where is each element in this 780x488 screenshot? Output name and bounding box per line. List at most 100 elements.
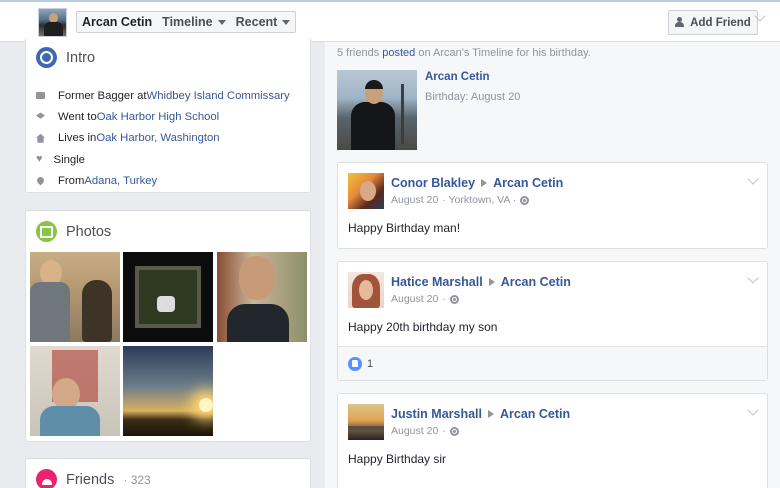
timeline-dropdown[interactable]: Timeline [157,12,230,32]
intro-item-link[interactable]: Whidbey Island Commissary [147,90,290,102]
photos-header[interactable]: Photos [36,221,111,242]
post-author-link[interactable]: Hatice Marshall [391,275,483,289]
post-header: Justin Marshall Arcan Cetin [391,407,570,421]
intro-item-prefix: Went to [58,110,97,123]
photo-detail [82,280,112,342]
post-location: · Yorktown, VA · [442,194,517,206]
timeline-post: Conor Blakley Arcan Cetin August 20 · Yo… [337,162,768,249]
intro-item-prefix: Former Bagger at [58,89,147,102]
avatar[interactable] [348,404,384,440]
avatar[interactable] [348,173,384,209]
add-friend-label: Add Friend [690,16,751,29]
summary-suffix: on Arcan's Timeline for his birthday. [415,47,591,59]
header-accent-line [0,0,780,2]
profile-name-label: Arcan Cetin [82,15,153,29]
post-meta: August 20 · Yorktown, VA · [391,194,530,206]
photo-detail [30,282,70,342]
chevron-down-icon[interactable] [747,272,759,284]
post-meta: August 20 · [391,425,459,437]
timeline-label: Timeline [162,15,213,29]
timeline-post: Justin Marshall Arcan Cetin August 20 · … [337,393,768,488]
public-globe-icon[interactable] [449,294,459,304]
intro-item-work: Former Bagger at Whidbey Island Commissa… [36,85,290,106]
photo-detail [239,256,275,300]
photo-detail [365,80,383,89]
intro-item-link[interactable]: Adana, Turkey [84,175,157,187]
arrow-right-icon [488,278,495,286]
photo-detail [199,398,213,412]
like-icon [348,356,362,371]
intro-item-link[interactable]: Oak Harbor, Washington [96,132,219,144]
post-target-link[interactable]: Arcan Cetin [501,275,571,289]
birthday-profile-photo[interactable] [337,70,417,150]
arrow-right-icon [488,410,494,418]
like-count: 1 [367,357,374,370]
home-icon [36,133,45,143]
post-location: · [442,425,446,437]
post-author-link[interactable]: Conor Blakley [391,176,475,190]
post-timestamp[interactable]: August 20 [391,293,438,305]
intro-header: Intro [36,47,95,68]
avatar-detail [348,426,384,430]
summary-posted-link[interactable]: posted [382,47,415,59]
public-globe-icon[interactable] [449,426,459,436]
photo-detail [40,406,100,436]
recent-dropdown[interactable]: Recent [231,12,296,32]
reactions-bar[interactable]: 1 [338,346,767,380]
avatar-face [360,181,376,201]
photo-thumbnail[interactable] [123,346,213,436]
friends-card: Friends · 323 [25,458,311,488]
post-text: Happy Birthday sir [348,452,447,466]
post-timestamp[interactable]: August 20 [391,425,438,437]
intro-item-residence: Lives in Oak Harbor, Washington [36,128,290,149]
photo-detail [227,304,289,342]
birthday-person-name[interactable]: Arcan Cetin [425,71,490,83]
intro-title: Intro [66,49,96,66]
photo-detail [157,296,175,312]
photo-detail [401,84,404,144]
intro-item-prefix: From [58,174,85,187]
profile-header-bar: Arcan Cetin Timeline Recent Add Friend [0,0,780,42]
intro-item-link[interactable]: Oak Harbor High School [97,111,219,123]
post-header: Hatice Marshall Arcan Cetin [391,275,571,289]
chevron-down-icon [282,19,291,25]
timeline-post: Hatice Marshall Arcan Cetin August 20 · … [337,261,768,381]
birthday-date: Birthday: August 20 [425,91,521,103]
intro-list: Former Bagger at Whidbey Island Commissa… [35,85,290,191]
post-header: Conor Blakley Arcan Cetin [391,176,563,190]
photo-thumbnail[interactable] [30,346,120,436]
photo-thumbnail[interactable] [30,252,120,342]
arrow-right-icon [481,179,488,187]
intro-item-relationship: ♥ Single [36,149,290,170]
intro-item-prefix: Lives in [58,132,97,145]
post-target-link[interactable]: Arcan Cetin [500,407,570,421]
chevron-down-icon[interactable] [747,173,759,185]
friends-header[interactable]: Friends · 323 [36,469,151,488]
friends-title: Friends [66,471,115,488]
add-friend-button[interactable]: Add Friend [668,10,758,35]
post-author-link[interactable]: Justin Marshall [391,407,482,421]
birthday-summary: 5 friends posted on Arcan's Timeline for… [337,47,591,59]
photos-card: Photos [25,210,311,442]
post-text: Happy 20th birthday my son [348,320,498,334]
profile-avatar[interactable] [38,8,67,37]
public-globe-icon[interactable] [520,195,530,205]
post-location: · [442,293,446,305]
add-person-icon [675,17,685,28]
post-timestamp[interactable]: August 20 [391,194,438,206]
photo-thumbnail[interactable] [123,252,213,342]
photo-icon [36,221,57,242]
recent-label: Recent [235,15,278,29]
chevron-down-icon [217,19,226,25]
briefcase-icon [36,92,45,100]
avatar[interactable] [348,272,384,308]
post-target-link[interactable]: Arcan Cetin [493,176,563,190]
post-text: Happy Birthday man! [348,221,461,235]
summary-prefix: 5 friends [337,47,383,59]
avatar-face [359,280,373,300]
chevron-down-icon[interactable] [747,404,759,416]
intro-card: Intro Former Bagger at Whidbey Island Co… [25,38,311,193]
profile-name-link[interactable]: Arcan Cetin [77,12,157,32]
photo-thumbnail[interactable] [217,252,307,342]
globe-icon [36,47,57,68]
